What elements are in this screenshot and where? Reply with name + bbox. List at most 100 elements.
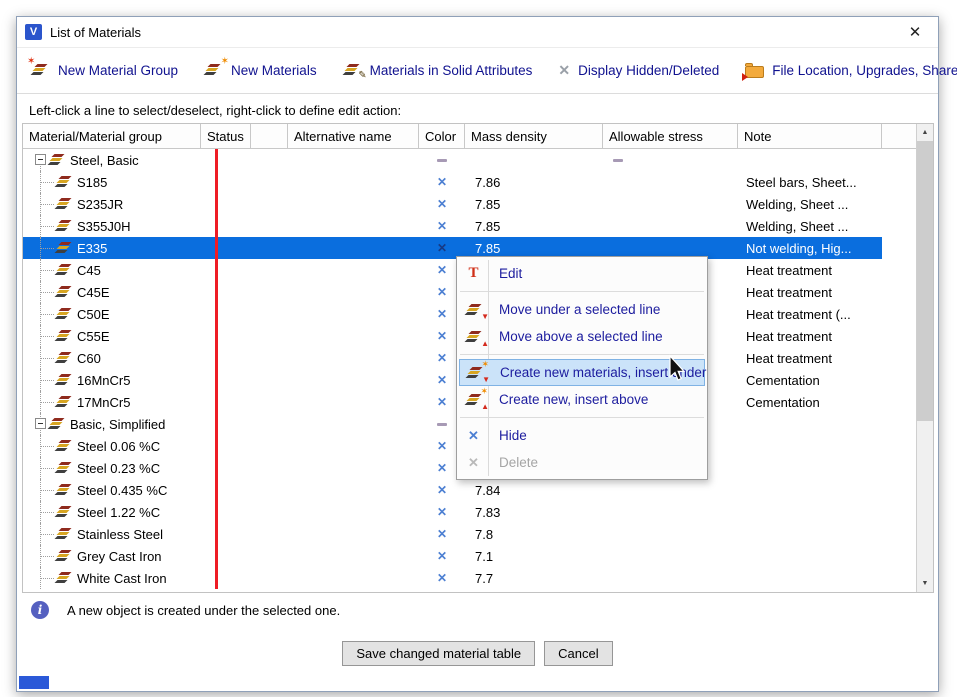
material-row[interactable]: Steel 1.22 %C✕7.83	[23, 501, 916, 523]
blank-cell	[251, 435, 288, 457]
color-x-icon: ✕	[437, 461, 447, 475]
save-material-table-button[interactable]: Save changed material table	[342, 641, 535, 666]
material-cell: 17MnCr5	[23, 391, 201, 413]
menu-item-edit[interactable]: TEdit	[459, 260, 705, 287]
column-header-mass-density[interactable]: Mass density	[465, 124, 603, 148]
note-cell: Heat treatment	[738, 325, 882, 347]
column-header-color[interactable]: Color	[419, 124, 465, 148]
material-label: C45E	[77, 285, 110, 300]
filler-cell	[882, 171, 916, 193]
material-group-row[interactable]: Steel, Basic	[23, 149, 916, 171]
material-cell: C55E	[23, 325, 201, 347]
vertical-scrollbar[interactable]: ▲ ▼	[916, 124, 933, 592]
note-cell	[738, 501, 882, 523]
instruction-text: Left-click a line to select/deselect, ri…	[29, 103, 401, 118]
blank-cell	[251, 457, 288, 479]
mass-density-value: 7.8	[465, 527, 493, 542]
material-icon	[465, 393, 482, 407]
material-icon	[343, 63, 360, 77]
material-cell: S235JR	[23, 193, 201, 215]
cancel-button[interactable]: Cancel	[544, 641, 612, 666]
status-indicator	[215, 325, 218, 347]
scrollbar-thumb[interactable]	[917, 141, 933, 421]
menu-item-create-new-insert-above[interactable]: ✶▲Create new, insert above	[459, 386, 705, 413]
note-cell: Heat treatment	[738, 281, 882, 303]
note-cell: Welding, Sheet ...	[738, 193, 882, 215]
tree-branch-line	[40, 248, 54, 249]
material-row[interactable]: Stainless Steel ✕7.8	[23, 523, 916, 545]
material-row[interactable]: White Cast Iron✕7.7	[23, 567, 916, 589]
material-label: 17MnCr5	[77, 395, 130, 410]
menu-item-move-under-a-selected-line[interactable]: ▼Move under a selected line	[459, 296, 705, 323]
material-label: Steel 0.435 %C	[77, 483, 167, 498]
color-x-icon: ✕	[437, 549, 447, 563]
hide-x-icon: ✕	[468, 428, 479, 444]
status-indicator	[215, 523, 218, 545]
note-cell	[738, 523, 882, 545]
allowable-stress-cell	[603, 523, 738, 545]
column-header-allowable-stress[interactable]: Allowable stress	[603, 124, 738, 148]
note-cell	[738, 413, 882, 435]
material-icon	[466, 366, 483, 380]
menu-item-move-above-a-selected-line[interactable]: ▲Move above a selected line	[459, 323, 705, 350]
material-row[interactable]: S185✕7.86Steel bars, Sheet...	[23, 171, 916, 193]
allowable-stress-cell	[603, 545, 738, 567]
material-cell: C45	[23, 259, 201, 281]
material-cell: White Cast Iron	[23, 567, 201, 589]
scrollbar-up-icon[interactable]: ▲	[917, 124, 933, 141]
status-cell	[201, 149, 251, 171]
filler-cell	[882, 523, 916, 545]
material-row[interactable]: S235JR✕7.85Welding, Sheet ...	[23, 193, 916, 215]
tree-branch-line	[40, 292, 54, 293]
menu-item-hide[interactable]: ✕Hide	[459, 422, 705, 449]
status-cell	[201, 523, 251, 545]
move-above-icon: ▲	[465, 330, 482, 344]
color-x-icon: ✕	[437, 351, 447, 365]
collapse-toggle-icon[interactable]	[35, 154, 46, 165]
menu-item-create-new-materials-insert-under[interactable]: ✶▼ Create new materials, insert under	[459, 359, 705, 386]
scrollbar-down-icon[interactable]: ▼	[917, 575, 933, 592]
material-cell: Stainless Steel	[23, 523, 201, 545]
material-row[interactable]: Steel 0.435 %C✕7.84	[23, 479, 916, 501]
alternative-name-cell	[288, 457, 419, 479]
status-indicator	[215, 457, 218, 479]
material-row[interactable]: S355J0H✕7.85Welding, Sheet ...	[23, 215, 916, 237]
blank-cell	[251, 501, 288, 523]
new-materials-icon: ✶	[204, 63, 223, 78]
color-x-icon: ✕	[437, 395, 447, 409]
column-header-note[interactable]: Note	[738, 124, 882, 148]
filler-cell	[882, 479, 916, 501]
blank-cell	[251, 347, 288, 369]
toolbar-new-materials[interactable]: ✶ New Materials	[204, 63, 317, 78]
material-label: Stainless Steel	[77, 527, 163, 542]
column-header-blank[interactable]	[251, 124, 288, 148]
color-cell: ✕	[419, 523, 465, 545]
toolbar-display-hidden-deleted[interactable]: ✕ Display Hidden/Deleted	[558, 62, 719, 79]
collapse-toggle-icon[interactable]	[35, 418, 46, 429]
toolbar-materials-in-solid-attributes[interactable]: ✎ Materials in Solid Attributes	[343, 63, 533, 78]
menu-item-label: Create new materials, insert under	[500, 365, 706, 380]
toolbar-file-location-upgrades-share[interactable]: File Location, Upgrades, Share	[745, 63, 957, 78]
folder-icon	[745, 66, 764, 78]
note-cell: Welding, Sheet ...	[738, 215, 882, 237]
material-cell: Grey Cast Iron	[23, 545, 201, 567]
column-header-alternative-name[interactable]: Alternative name	[288, 124, 419, 148]
create-under-icon: ✶▼	[466, 366, 483, 380]
material-row[interactable]: Grey Cast Iron✕7.1	[23, 545, 916, 567]
edit-icon: T	[468, 266, 478, 281]
toolbar-new-material-group[interactable]: ✶ New Material Group	[31, 63, 178, 78]
tree-branch-line	[40, 358, 54, 359]
column-header-material[interactable]: Material/Material group	[23, 124, 201, 148]
status-cell	[201, 215, 251, 237]
allowable-stress-cell	[603, 479, 738, 501]
material-label: C55E	[77, 329, 110, 344]
tree-branch-line	[40, 578, 54, 579]
alternative-name-cell	[288, 259, 419, 281]
material-cell: Basic, Simplified	[23, 413, 201, 435]
mass-density-value: 7.86	[465, 175, 500, 190]
menu-separator	[460, 417, 704, 418]
material-cell: 16MnCr5	[23, 369, 201, 391]
close-icon[interactable]: ✕	[900, 20, 930, 44]
column-header-status[interactable]: Status	[201, 124, 251, 148]
note-value: Heat treatment	[738, 351, 832, 366]
